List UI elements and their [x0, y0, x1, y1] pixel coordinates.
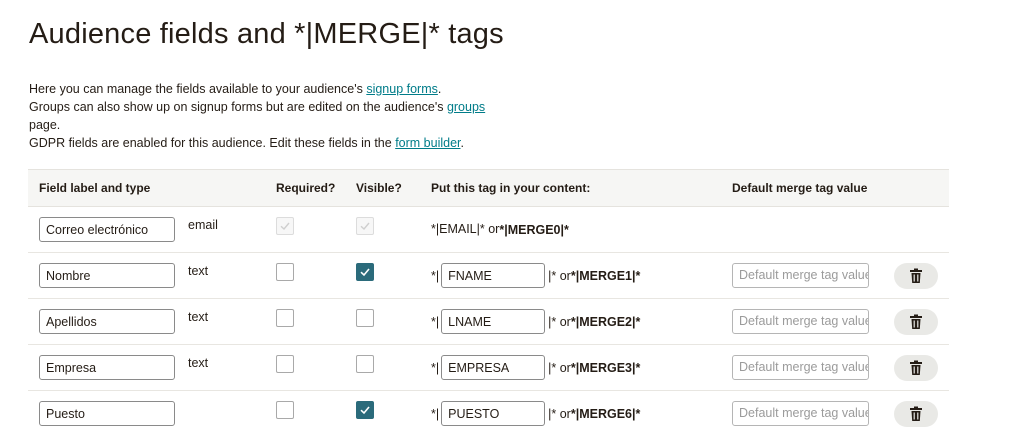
field-type: text [188, 264, 209, 278]
check-icon [280, 222, 290, 231]
intro-line-3: GDPR fields are enabled for this audienc… [29, 136, 464, 150]
field-label-input[interactable] [39, 217, 175, 242]
trash-icon [910, 268, 922, 283]
merge-tag-cell: *| |* or *|MERGE2|* [431, 309, 640, 334]
table-row: text *| |* or *|MERGE1|* Default merge t… [28, 253, 949, 299]
required-checkbox [276, 217, 294, 235]
signup-forms-link[interactable]: signup forms [366, 82, 438, 96]
trash-icon [910, 360, 922, 375]
delete-field-button[interactable] [894, 309, 938, 335]
groups-link[interactable]: groups [447, 100, 485, 114]
intro-text: Here you can manage the fields available… [29, 80, 499, 152]
field-type: text [188, 310, 209, 324]
visible-checkbox[interactable] [356, 355, 374, 373]
table-row: text *| |* or *|MERGE3|* Default merge t… [28, 345, 949, 391]
intro-line-1: Here you can manage the fields available… [29, 82, 442, 96]
header-required: Required? [276, 181, 336, 195]
audience-fields-page: Audience fields and *|MERGE|* tags Here … [0, 0, 1024, 429]
visible-checkbox [356, 217, 374, 235]
merge-tag-cell: *| |* or *|MERGE1|* [431, 263, 640, 288]
field-label-input[interactable] [39, 355, 175, 380]
visible-checkbox[interactable] [356, 309, 374, 327]
merge-tag-cell: *|EMAIL|* or *|MERGE0|* [431, 222, 569, 237]
trash-icon [910, 314, 922, 329]
merge-tag-cell: *| |* or *|MERGE6|* [431, 401, 640, 426]
required-checkbox[interactable] [276, 263, 294, 281]
default-value-input[interactable]: Default merge tag value [732, 355, 869, 380]
default-value-input[interactable]: Default merge tag value [732, 263, 869, 288]
default-value-input[interactable]: Default merge tag value [732, 309, 869, 334]
field-label-input[interactable] [39, 401, 175, 426]
merge-tag-input[interactable] [441, 401, 546, 426]
visible-checkbox[interactable] [356, 263, 374, 281]
field-label-input[interactable] [39, 263, 175, 288]
field-type: email [188, 218, 218, 232]
intro-line-2: Groups can also show up on signup forms … [29, 100, 486, 132]
header-tag: Put this tag in your content: [431, 181, 591, 195]
required-checkbox[interactable] [276, 309, 294, 327]
merge-tag-cell: *| |* or *|MERGE3|* [431, 355, 640, 380]
header-default: Default merge tag value [732, 181, 868, 195]
default-value-input[interactable]: Default merge tag value [732, 401, 869, 426]
required-checkbox[interactable] [276, 355, 294, 373]
header-visible: Visible? [356, 181, 402, 195]
merge-tag-input[interactable] [441, 309, 546, 334]
table-row: email *|EMAIL|* or *|MERGE0|* [28, 207, 949, 253]
check-icon [360, 222, 370, 231]
check-icon [360, 406, 370, 415]
delete-field-button[interactable] [894, 263, 938, 289]
merge-tag-input[interactable] [441, 355, 546, 380]
delete-field-button[interactable] [894, 401, 938, 427]
required-checkbox[interactable] [276, 401, 294, 419]
table-row: *| |* or *|MERGE6|* Default merge tag va… [28, 391, 949, 429]
fields-table: Field label and type Required? Visible? … [28, 169, 949, 429]
table-row: text *| |* or *|MERGE2|* Default merge t… [28, 299, 949, 345]
check-icon [360, 268, 370, 277]
table-header: Field label and type Required? Visible? … [28, 170, 949, 207]
form-builder-link[interactable]: form builder [395, 136, 460, 150]
delete-field-button[interactable] [894, 355, 938, 381]
trash-icon [910, 406, 922, 421]
header-field-label: Field label and type [39, 181, 151, 195]
merge-tag-input[interactable] [441, 263, 546, 288]
field-type: text [188, 356, 209, 370]
field-label-input[interactable] [39, 309, 175, 334]
page-title: Audience fields and *|MERGE|* tags [29, 18, 504, 50]
visible-checkbox[interactable] [356, 401, 374, 419]
